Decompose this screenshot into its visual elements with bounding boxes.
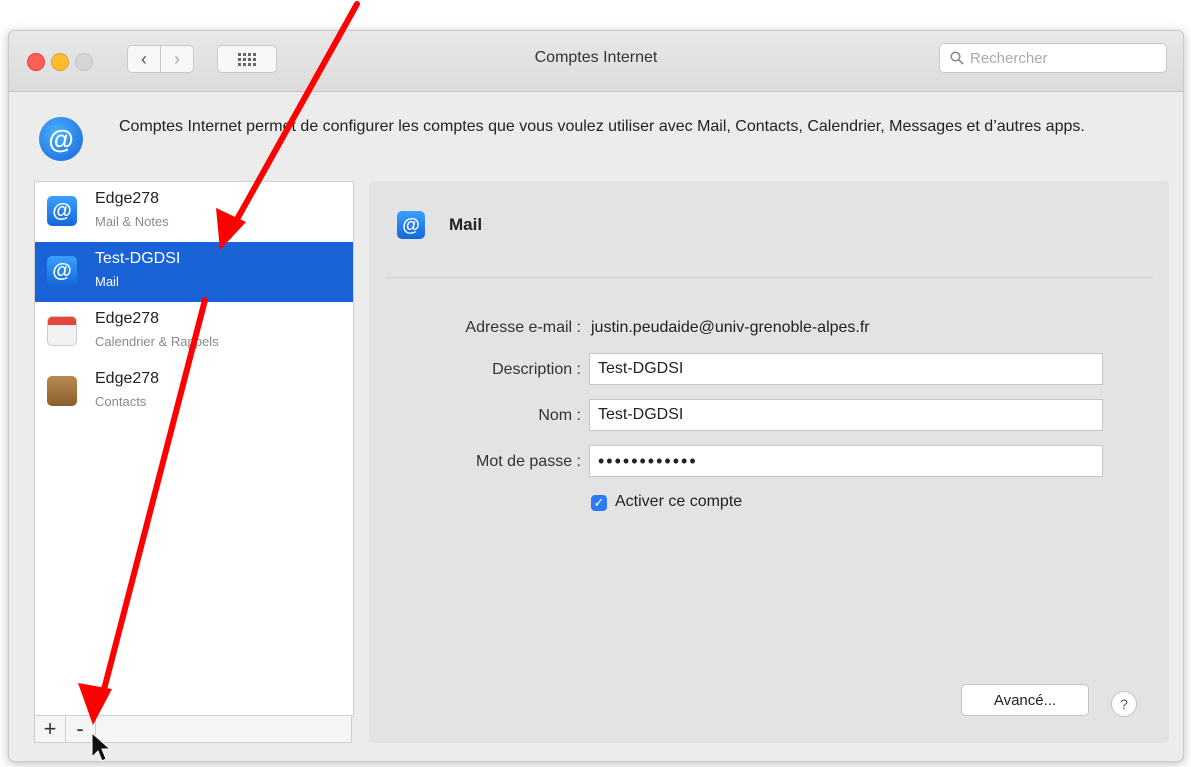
account-row[interactable]: Edge278 Contacts [35,362,353,422]
preferences-window: ‹ › Comptes Internet Rechercher @ Compte… [8,30,1184,762]
search-placeholder: Rechercher [970,49,1048,67]
detail-heading: Mail [449,215,483,234]
advanced-button[interactable]: Avancé... [961,684,1089,716]
contacts-icon [47,376,77,406]
title-bar: ‹ › Comptes Internet Rechercher [9,31,1183,92]
mail-icon: @ [397,211,425,239]
remove-account-button[interactable]: - [65,716,96,742]
mail-icon: @ [47,196,77,226]
description-field[interactable]: Test-DGDSI [589,353,1103,385]
account-detail-pane: @ Mail Adresse e-mail : justin.peudaide@… [369,181,1169,743]
accounts-list: @ Edge278 Mail & Notes @ Test-DGDSI Mail… [34,181,354,717]
list-controls: + - [34,715,352,743]
description-label: Description : [492,361,581,378]
calendar-icon [47,316,77,346]
name-field[interactable]: Test-DGDSI [589,399,1103,431]
enable-account-label[interactable]: Activer ce compte [615,493,742,511]
account-services: Mail & Notes [95,214,169,229]
account-row[interactable]: @ Edge278 Mail & Notes [35,182,353,242]
account-row-selected[interactable]: @ Test-DGDSI Mail [35,242,353,302]
mail-icon: @ [47,256,77,286]
account-name: Edge278 [95,310,160,327]
name-label: Nom : [538,407,581,424]
account-name: Edge278 [95,190,160,207]
account-row[interactable]: Edge278 Calendrier & Rappels [35,302,353,362]
add-account-button[interactable]: + [35,716,66,742]
account-services: Calendrier & Rappels [95,334,219,349]
help-button[interactable]: ? [1111,691,1137,717]
account-name: Test-DGDSI [95,250,181,267]
email-label: Adresse e-mail : [465,319,581,336]
divider [387,277,1153,278]
search-icon [950,51,964,65]
enable-account-checkbox[interactable]: ✓ [591,495,607,511]
account-name: Edge278 [95,370,160,387]
internet-accounts-icon: @ [39,117,83,161]
search-input[interactable]: Rechercher [939,43,1167,73]
password-label: Mot de passe : [476,453,581,470]
email-value: justin.peudaide@univ-grenoble-alpes.fr [591,319,870,336]
banner-description: Comptes Internet permet de configurer le… [119,118,1085,135]
account-services: Mail [95,274,119,289]
account-services: Contacts [95,394,147,409]
password-field[interactable]: •••••••••••• [589,445,1103,477]
